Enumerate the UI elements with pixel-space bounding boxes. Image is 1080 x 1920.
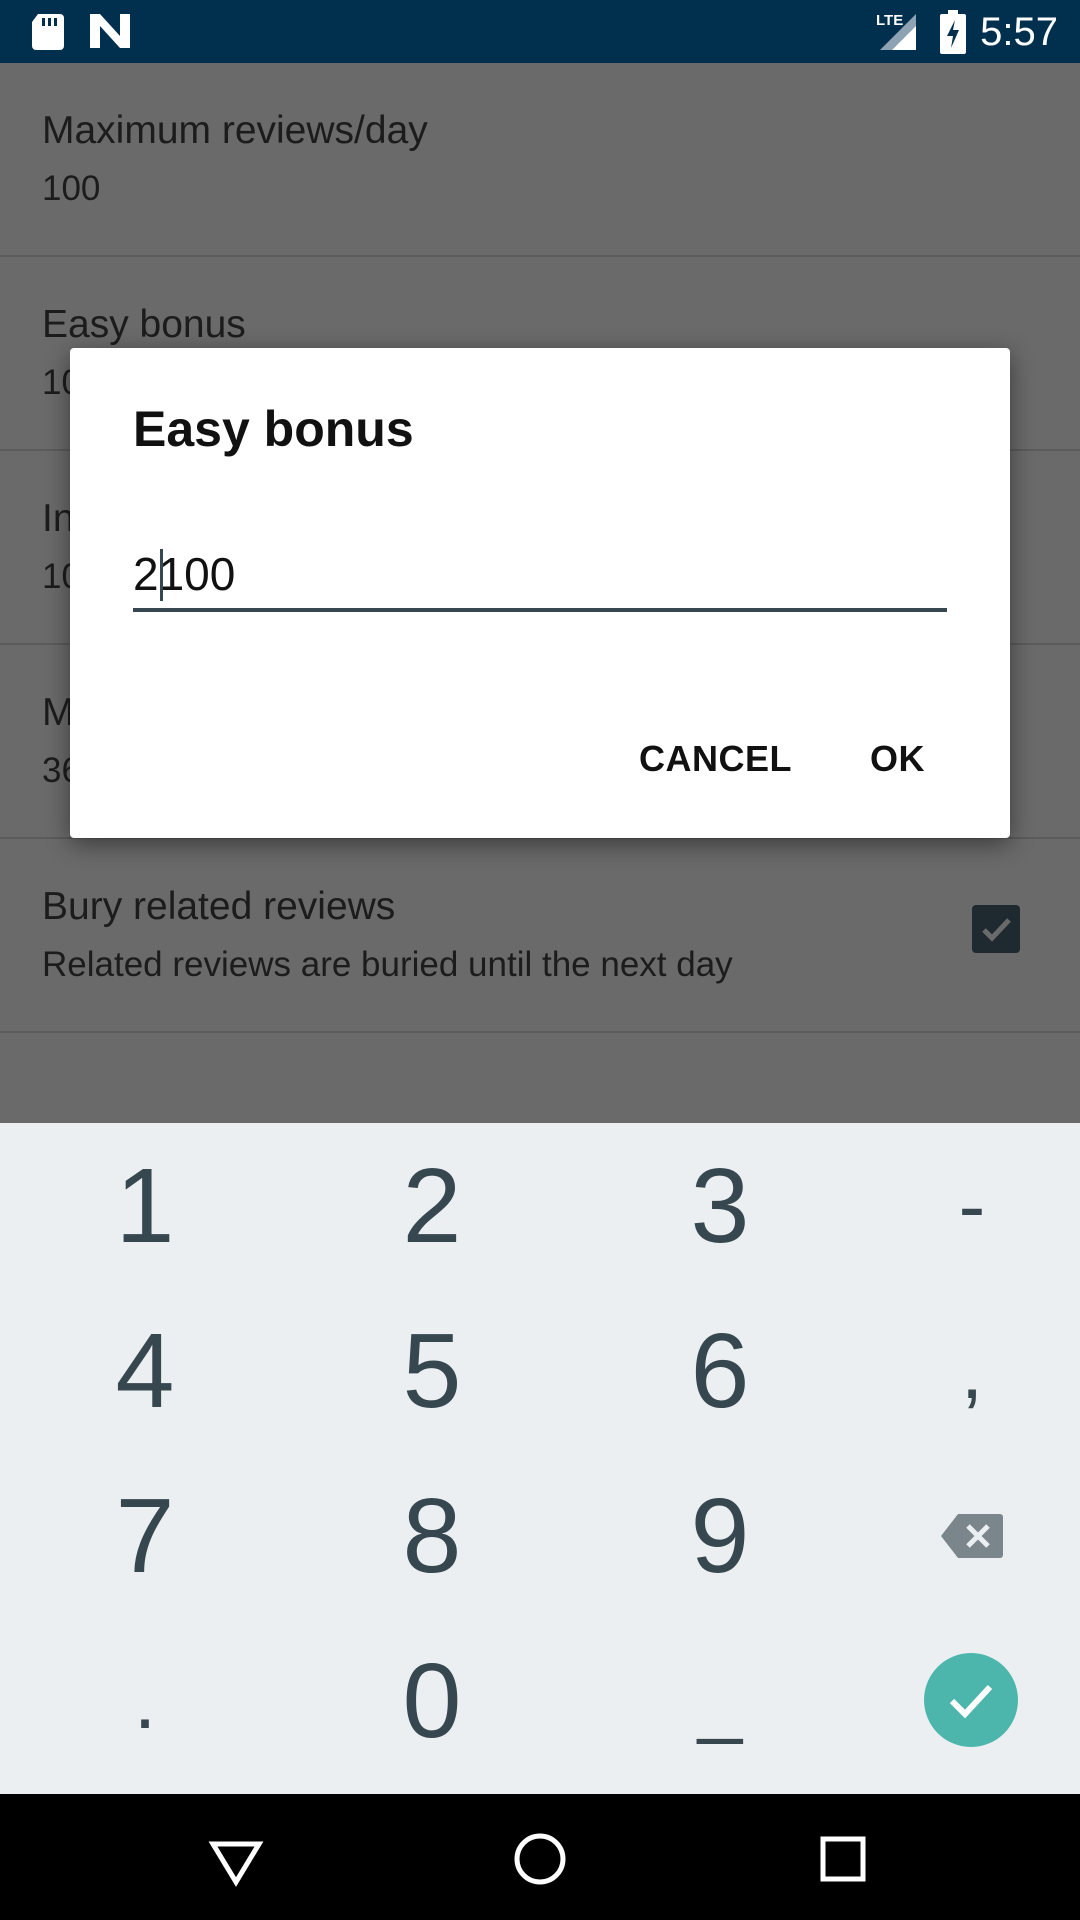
done-key[interactable]	[924, 1653, 1018, 1747]
numeric-keyboard: 1 2 3 - 4 5 6 , 7 8 9 . 0 _	[0, 1123, 1080, 1794]
key-5[interactable]: 5	[297, 1288, 567, 1453]
easy-bonus-input[interactable]	[133, 544, 947, 604]
key-2[interactable]: 2	[297, 1123, 567, 1288]
ok-button[interactable]: OK	[870, 738, 925, 780]
done-check-icon	[949, 1684, 993, 1719]
key-period[interactable]: .	[10, 1618, 280, 1783]
key-6[interactable]: 6	[585, 1288, 855, 1453]
key-9[interactable]: 9	[585, 1453, 855, 1618]
key-minus[interactable]: -	[837, 1123, 1080, 1288]
key-comma[interactable]: ,	[837, 1288, 1080, 1453]
pref-bury-related[interactable]: Bury related reviews Related reviews are…	[0, 839, 1080, 1033]
dialog-title: Easy bonus	[133, 401, 414, 457]
pref-title: Bury related reviews	[42, 885, 396, 928]
battery-charging-icon	[940, 10, 966, 54]
sd-card-icon	[32, 14, 64, 50]
key-space[interactable]: _	[585, 1618, 855, 1783]
home-circle-icon[interactable]	[505, 1824, 575, 1894]
pref-title: Maximum reviews/day	[42, 109, 428, 152]
lte-signal-icon	[880, 14, 916, 50]
key-4[interactable]: 4	[10, 1288, 280, 1453]
key-0[interactable]: 0	[297, 1618, 567, 1783]
pref-maximum-reviews[interactable]: Maximum reviews/day 100	[0, 63, 1080, 257]
easy-bonus-input-wrap	[133, 544, 947, 612]
key-1[interactable]: 1	[10, 1123, 280, 1288]
status-bar: LTE 5:57	[0, 0, 1080, 63]
key-7[interactable]: 7	[10, 1453, 280, 1618]
check-icon	[982, 918, 1011, 942]
clock: 5:57	[980, 10, 1058, 54]
pref-summary: Related reviews are buried until the nex…	[42, 945, 733, 984]
recents-square-icon[interactable]	[808, 1824, 878, 1894]
easy-bonus-dialog: Easy bonus CANCEL OK	[70, 348, 1010, 838]
backspace-key[interactable]	[837, 1453, 1080, 1618]
navigation-bar	[0, 1794, 1080, 1920]
key-8[interactable]: 8	[297, 1453, 567, 1618]
cancel-button[interactable]: CANCEL	[639, 738, 792, 780]
bury-related-checkbox[interactable]	[972, 905, 1020, 953]
text-cursor	[160, 549, 163, 601]
back-triangle-icon[interactable]	[201, 1824, 271, 1894]
key-3[interactable]: 3	[585, 1123, 855, 1288]
pref-summary: 100	[42, 169, 101, 208]
pref-title: Easy bonus	[42, 303, 246, 346]
backspace-icon	[941, 1513, 1003, 1558]
n-logo-icon	[90, 14, 130, 48]
